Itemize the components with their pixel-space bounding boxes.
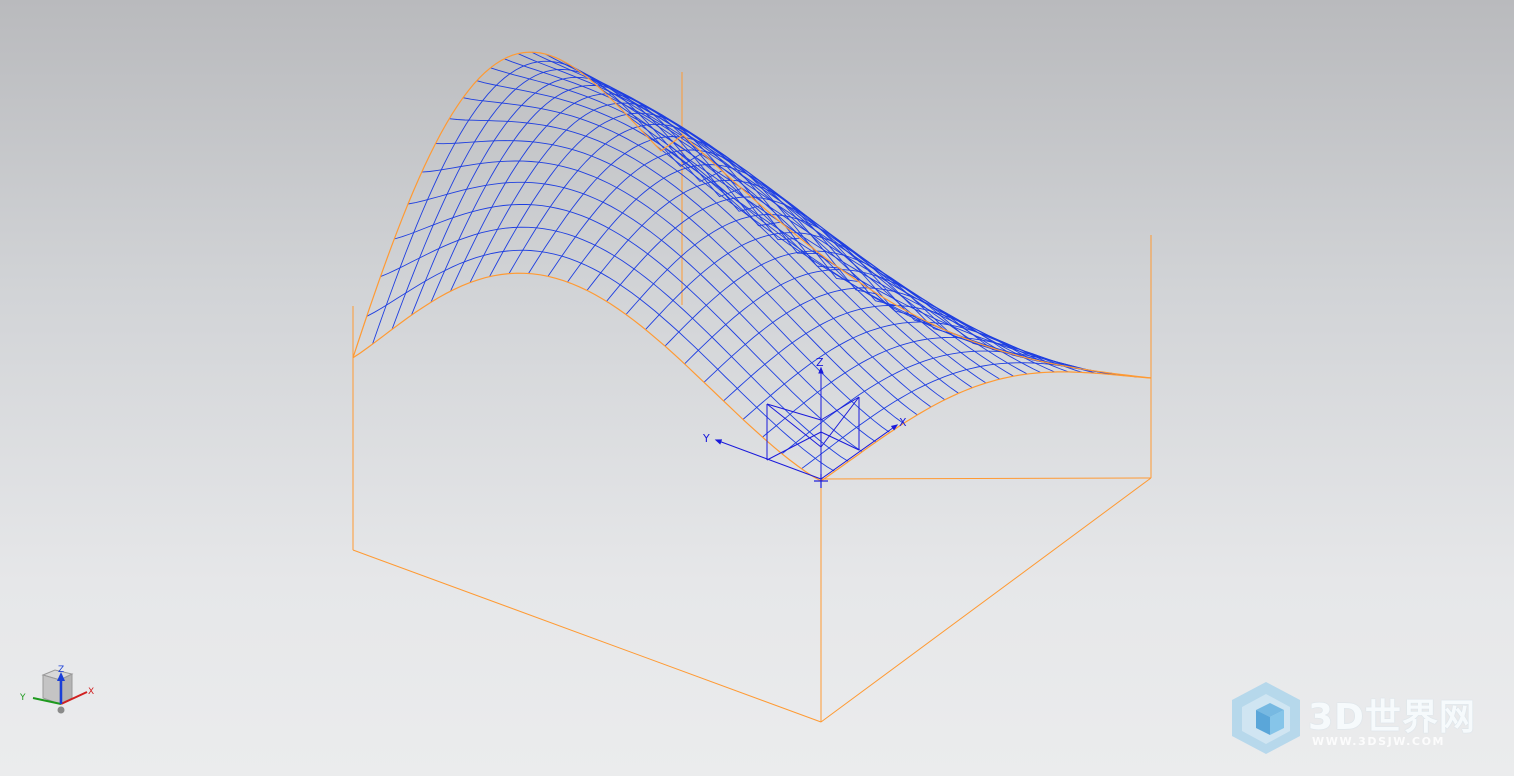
wcs-z-label: Z — [816, 356, 824, 369]
mesh-iso-v — [372, 60, 703, 345]
mesh-iso-u — [490, 67, 959, 394]
watermark-url: WWW.3DSJW.COM — [1312, 735, 1446, 748]
mesh-iso-v — [684, 269, 1015, 365]
mesh-iso-u — [421, 160, 891, 433]
mesh-iso-u — [641, 130, 1110, 375]
graphics-viewport[interactable]: Z Y X Z X Y — [0, 0, 1514, 776]
wcs-y-axis — [714, 439, 822, 480]
surface-edge — [820, 371, 1152, 482]
mesh-iso-u — [614, 101, 1083, 373]
view-cube-icon — [41, 669, 74, 705]
surface-boundary-edges[interactable] — [352, 51, 1152, 482]
cube-logo-icon — [1232, 682, 1300, 754]
view-z-label: Z — [58, 665, 64, 675]
view-triad[interactable]: Z X Y — [19, 665, 94, 714]
mesh-iso-u — [655, 144, 1124, 377]
mesh-iso-u — [627, 115, 1097, 374]
mesh-iso-v — [411, 76, 742, 316]
mesh-iso-u — [476, 80, 946, 401]
view-x-label: X — [88, 687, 94, 697]
mesh-iso-v — [430, 84, 762, 303]
mesh-iso-u — [462, 97, 932, 408]
mesh-iso-u — [531, 51, 1001, 380]
wcs-x-label: X — [899, 416, 907, 429]
wcs-y-label: Y — [702, 432, 710, 445]
bounding-box[interactable] — [352, 72, 1152, 723]
watermark: 3D世界网 WWW.3DSJW.COM — [1228, 680, 1498, 756]
watermark-title: 3D世界网 — [1308, 697, 1476, 738]
mesh-iso-u — [407, 181, 877, 443]
surface-mesh[interactable] — [366, 51, 1138, 472]
mesh-iso-v — [567, 164, 898, 307]
view-y-label: Y — [19, 693, 26, 703]
mesh-iso-v — [781, 350, 1113, 455]
mesh-iso-u — [586, 76, 1055, 373]
